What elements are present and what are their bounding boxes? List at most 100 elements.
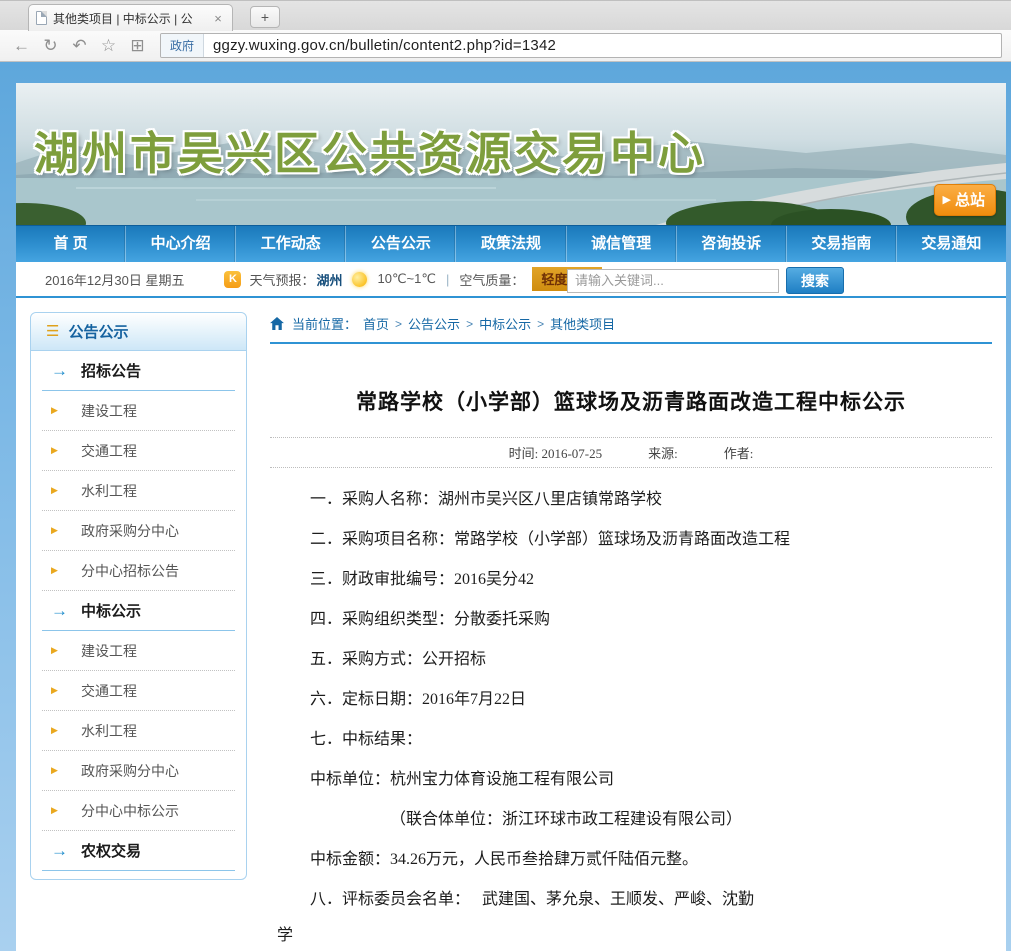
main-navigation: 首 页 中心介绍 工作动态 公告公示 政策法规 诚信管理 咨询投诉 交易指南 交… <box>16 225 1006 262</box>
sidebar-item-label: 水利工程 <box>81 721 137 741</box>
browser-tab[interactable]: 其他类项目 | 中标公示 | 公 × <box>28 4 233 31</box>
sidebar-item-construction[interactable]: ▶ 建设工程 <box>42 391 235 431</box>
triangle-right-icon: ▶ <box>51 725 81 736</box>
nav-item-trade-guide[interactable]: 交易指南 <box>786 226 896 262</box>
search-group: 搜索 <box>567 267 844 294</box>
apps-grid-icon[interactable]: ⊞ <box>125 34 150 58</box>
search-input[interactable] <box>567 269 779 293</box>
tab-title: 其他类项目 | 中标公示 | 公 <box>53 10 205 27</box>
nav-item-consult[interactable]: 咨询投诉 <box>676 226 786 262</box>
breadcrumb-separator: > <box>395 317 402 331</box>
article-body: 一．采购人名称：湖州市吴兴区八里店镇常路学校 二．采购项目名称：常路学校（小学部… <box>270 480 992 951</box>
sidebar-item-label: 水利工程 <box>81 481 137 501</box>
air-quality-label: 空气质量： <box>459 270 524 289</box>
breadcrumb-other-projects[interactable]: 其他类项目 <box>550 314 615 333</box>
star-bookmark-icon[interactable]: ☆ <box>96 34 121 58</box>
breadcrumb-home[interactable]: 首页 <box>363 314 389 333</box>
article-paragraph: 中标金额：34.26万元，人民币叁拾肆万贰仟陆佰元整。 <box>270 840 992 880</box>
url-text[interactable]: ggzy.wuxing.gov.cn/bulletin/content2.php… <box>204 37 565 54</box>
separator: | <box>446 272 449 287</box>
page-background: 湖州市吴兴区公共资源交易中心 ▶ 总站 首 页 中心介绍 工作动态 公告公示 政… <box>0 62 1011 951</box>
triangle-right-icon: ▶ <box>51 405 81 416</box>
arrow-right-icon: → <box>51 841 81 861</box>
meta-time: 时间: 2016-07-25 <box>509 443 603 462</box>
triangle-right-icon: ▶ <box>51 685 81 696</box>
sidebar-item-label: 政府采购分中心 <box>81 521 179 541</box>
nav-item-center-intro[interactable]: 中心介绍 <box>125 226 235 262</box>
main-station-button[interactable]: ▶ 总站 <box>934 184 996 216</box>
sidebar-item-tender-announcements[interactable]: → 招标公告 <box>42 351 235 391</box>
tab-close-icon[interactable]: × <box>211 11 225 26</box>
triangle-right-icon: ▶ <box>51 525 81 536</box>
site-title: 湖州市吴兴区公共资源交易中心 <box>34 117 706 182</box>
nav-item-home[interactable]: 首 页 <box>16 226 125 262</box>
sidebar-item-rural-rights[interactable]: → 农权交易 <box>42 831 235 871</box>
new-tab-button[interactable]: + <box>250 6 280 28</box>
weather-label: 天气预报： <box>249 270 314 289</box>
article-paragraph: 七．中标结果： <box>270 720 992 760</box>
sidebar-item-transport[interactable]: ▶ 交通工程 <box>42 431 235 471</box>
article-paragraph: 二．采购项目名称：常路学校（小学部）篮球场及沥青路面改造工程 <box>270 520 992 560</box>
article-paragraph: 一．采购人名称：湖州市吴兴区八里店镇常路学校 <box>270 480 992 520</box>
nav-item-policies[interactable]: 政策法规 <box>455 226 565 262</box>
back-icon[interactable]: ← <box>9 34 34 58</box>
address-bar[interactable]: 政府 ggzy.wuxing.gov.cn/bulletin/content2.… <box>160 33 1002 58</box>
breadcrumb: 当前位置： 首页 > 公告公示 > 中标公示 > 其他类项目 <box>270 314 992 344</box>
sidebar-header-label: 公告公示 <box>68 321 128 342</box>
meta-author: 作者: <box>724 443 754 462</box>
sidebar-item-gov-procurement-award[interactable]: ▶ 政府采购分中心 <box>42 751 235 791</box>
article-paragraph: （联合体单位：浙江环球市政工程建设有限公司） <box>270 800 992 840</box>
sidebar-item-transport-award[interactable]: ▶ 交通工程 <box>42 671 235 711</box>
nav-item-announcements[interactable]: 公告公示 <box>345 226 455 262</box>
sidebar-item-label: 交通工程 <box>81 681 137 701</box>
page-icon <box>36 11 47 25</box>
breadcrumb-separator: > <box>537 317 544 331</box>
sidebar-item-water-award[interactable]: ▶ 水利工程 <box>42 711 235 751</box>
nav-item-trade-notice[interactable]: 交易通知 <box>896 226 1006 262</box>
sidebar: ☰ 公告公示 → 招标公告 ▶ 建设工程 ▶ 交通工程 ▶ 水利工程 <box>30 312 247 880</box>
article-paragraph: 四．采购组织类型：分散委托采购 <box>270 600 992 640</box>
list-icon: ☰ <box>46 324 59 339</box>
sidebar-item-label: 建设工程 <box>81 401 137 421</box>
search-button[interactable]: 搜索 <box>786 267 844 294</box>
sidebar-item-label: 招标公告 <box>81 360 141 381</box>
sidebar-item-subcenter-award[interactable]: ▶ 分中心中标公示 <box>42 791 235 831</box>
undo-icon[interactable]: ↶ <box>67 34 92 58</box>
breadcrumb-award[interactable]: 中标公示 <box>479 314 531 333</box>
breadcrumb-label: 当前位置： <box>292 314 357 333</box>
tab-bar: 其他类项目 | 中标公示 | 公 × + <box>0 0 1011 30</box>
arrow-right-icon: → <box>51 361 81 381</box>
sidebar-item-award-announcements[interactable]: → 中标公示 <box>42 591 235 631</box>
sidebar-item-label: 分中心中标公示 <box>81 801 179 821</box>
breadcrumb-announcements[interactable]: 公告公示 <box>408 314 460 333</box>
site-container: 湖州市吴兴区公共资源交易中心 ▶ 总站 首 页 中心介绍 工作动态 公告公示 政… <box>16 62 1006 951</box>
sidebar-item-gov-procurement[interactable]: ▶ 政府采购分中心 <box>42 511 235 551</box>
sidebar-item-label: 建设工程 <box>81 641 137 661</box>
article-paragraph: 八．评标委员会名单： 武建国、茅允泉、王顺发、严峻、沈勤 <box>270 880 992 920</box>
sidebar-item-label: 中标公示 <box>81 600 141 621</box>
content-area: 当前位置： 首页 > 公告公示 > 中标公示 > 其他类项目 常路学校（小学部）… <box>270 314 992 951</box>
meta-source: 来源: <box>648 443 678 462</box>
nav-item-integrity[interactable]: 诚信管理 <box>566 226 676 262</box>
article-paragraph: 六．定标日期：2016年7月22日 <box>270 680 992 720</box>
sidebar-item-label: 分中心招标公告 <box>81 561 179 581</box>
sidebar-item-water[interactable]: ▶ 水利工程 <box>42 471 235 511</box>
article-paragraph: 三．财政审批编号：2016吴分42 <box>270 560 992 600</box>
triangle-right-icon: ▶ <box>51 645 81 656</box>
sidebar-item-label: 交通工程 <box>81 441 137 461</box>
gov-site-badge: 政府 <box>161 34 204 57</box>
nav-item-work-news[interactable]: 工作动态 <box>235 226 345 262</box>
refresh-icon[interactable]: ↻ <box>38 34 63 58</box>
home-icon <box>270 317 284 330</box>
triangle-right-icon: ▶ <box>51 445 81 456</box>
sidebar-item-label: 农权交易 <box>81 840 141 861</box>
sidebar-item-subcenter-tender[interactable]: ▶ 分中心招标公告 <box>42 551 235 591</box>
weather-provider-icon: K <box>224 271 241 288</box>
sidebar-header: ☰ 公告公示 <box>31 313 246 351</box>
triangle-right-icon: ▶ <box>51 765 81 776</box>
main-station-label: 总站 <box>955 189 985 210</box>
site-banner: 湖州市吴兴区公共资源交易中心 ▶ 总站 <box>16 83 1006 225</box>
sidebar-item-construction-award[interactable]: ▶ 建设工程 <box>42 631 235 671</box>
triangle-right-icon: ▶ <box>51 805 81 816</box>
browser-toolbar: ← ↻ ↶ ☆ ⊞ 政府 ggzy.wuxing.gov.cn/bulletin… <box>0 30 1011 62</box>
